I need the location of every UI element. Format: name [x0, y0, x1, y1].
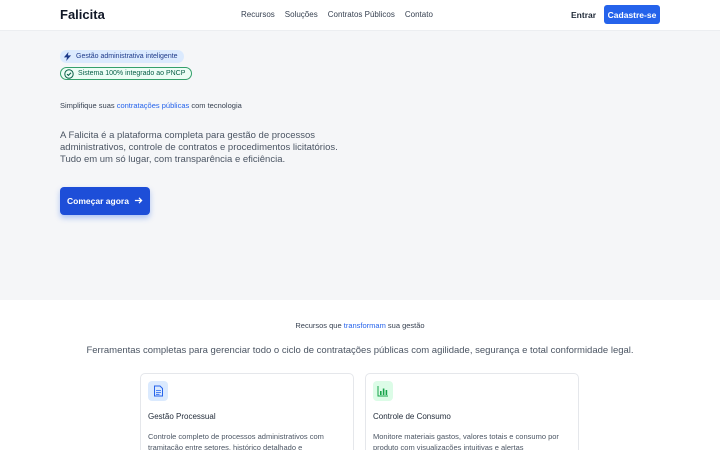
badge-label: Gestão administrativa inteligente [76, 53, 178, 60]
card-description: Monitore materiais gastos, valores totai… [373, 432, 559, 450]
feature-badge-ai: Gestão administrativa inteligente [60, 50, 184, 63]
start-now-button[interactable]: Começar agora [60, 187, 150, 215]
arrow-right-icon [134, 196, 143, 207]
card-description: Controle completo de processos administr… [148, 432, 324, 450]
cta-label: Começar agora [67, 196, 129, 206]
document-icon [148, 381, 168, 401]
main-nav: Recursos Soluções Contratos Públicos Con… [241, 10, 433, 19]
features-title: Recursos que transformam sua gestão [295, 321, 425, 330]
login-link[interactable]: Entrar [571, 10, 596, 20]
card-title: Gestão Processual [148, 412, 216, 421]
hero-section: Gestão administrativa inteligente Sistem… [0, 31, 720, 300]
feature-card-gestao-processual[interactable]: Gestão Processual Controle completo de p… [140, 373, 354, 450]
feature-card-controle-consumo[interactable]: Controle de Consumo Monitore materiais g… [365, 373, 579, 450]
tagline-highlight: contratações públicas [116, 101, 190, 110]
feature-badge-pncp: Sistema 100% integrado ao PNCP [60, 67, 193, 80]
signup-button[interactable]: Cadastre-se [604, 5, 660, 24]
features-section: Recursos que transformam sua gestão Ferr… [0, 300, 720, 450]
hero-description: A Falicita é a plataforma completa para … [60, 130, 338, 165]
check-circle-icon [64, 68, 74, 79]
nav-link-recursos[interactable]: Recursos [241, 10, 275, 19]
features-subtitle: Ferramentas completas para gerenciar tod… [86, 345, 634, 356]
top-navbar: Falicita Recursos Soluções Contratos Púb… [0, 0, 720, 31]
bar-chart-icon [373, 381, 393, 401]
nav-link-contratos-publicos[interactable]: Contratos Públicos [328, 10, 395, 19]
features-title-highlight: transformam [343, 321, 386, 330]
badge-label: Sistema 100% integrado ao PNCP [78, 70, 186, 77]
card-title: Controle de Consumo [373, 412, 451, 421]
lightning-icon [63, 52, 72, 61]
nav-link-solucoes[interactable]: Soluções [285, 10, 318, 19]
nav-link-contato[interactable]: Contato [405, 10, 433, 19]
brand-logo[interactable]: Falicita [60, 7, 105, 22]
hero-tagline: Simplifique suas contratações públicas c… [60, 101, 242, 110]
